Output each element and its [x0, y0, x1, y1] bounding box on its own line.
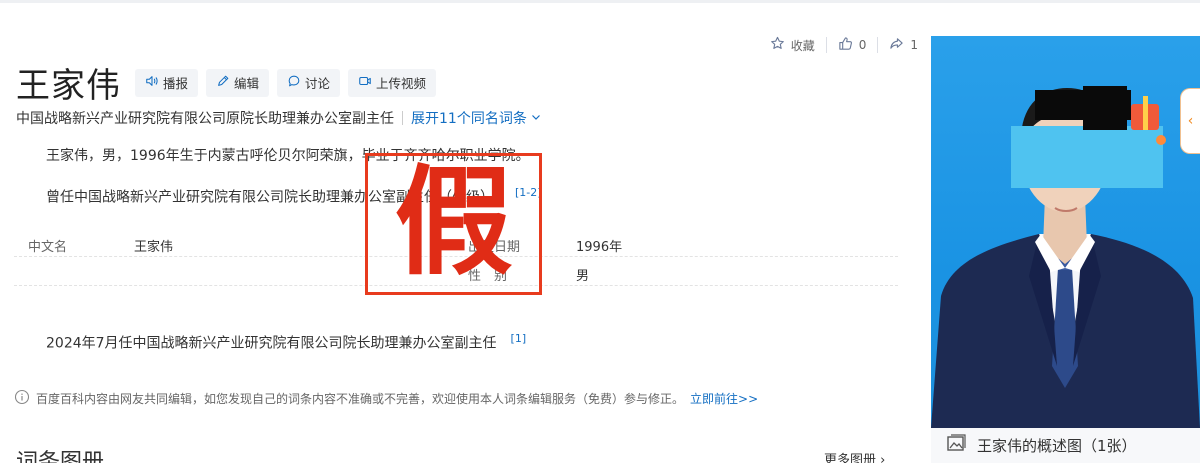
career-paragraph: 2024年7月任中国战略新兴产业研究院有限公司院长助理兼办公室副主任 [1] — [46, 332, 526, 353]
edit-button[interactable]: 编辑 — [206, 68, 270, 97]
video-icon — [358, 74, 372, 91]
entry-subtitle: 中国战略新兴产业研究院有限公司原院长助理兼办公室副主任 — [16, 111, 394, 127]
summary-photo[interactable] — [931, 36, 1200, 428]
collect-label: 收藏 — [790, 38, 815, 53]
like-count: 0 — [858, 38, 867, 52]
play-label: 播报 — [163, 76, 189, 91]
more-albums-label: 更多图册 — [824, 453, 877, 463]
top-divider — [0, 0, 1200, 3]
chevron-down-icon — [531, 110, 541, 126]
info-value: 1996年 — [576, 240, 623, 255]
more-albums-link[interactable]: 更多图册 › — [824, 449, 885, 463]
divider — [877, 37, 879, 53]
career-text: 2024年7月任中国战略新兴产业研究院有限公司院长助理兼办公室副主任 — [46, 335, 497, 352]
photo-caption[interactable]: 王家伟的概述图（1张） — [931, 428, 1200, 463]
reference-link[interactable]: [1] — [511, 332, 527, 345]
edit-label: 编辑 — [234, 76, 260, 91]
upload-video-button[interactable]: 上传视频 — [348, 68, 437, 97]
chat-bubble-icon — [287, 74, 301, 91]
entry-actions: 收藏 0 1 — [770, 36, 918, 54]
discuss-label: 讨论 — [305, 76, 331, 91]
discuss-button[interactable]: 讨论 — [277, 68, 341, 97]
thumb-up-icon — [838, 36, 853, 54]
pencil-icon — [216, 74, 230, 91]
album-heading: 词条图册 — [16, 450, 105, 463]
page-title: 王家伟 — [16, 66, 121, 106]
play-button[interactable]: 播报 — [135, 68, 199, 97]
image-icon — [945, 433, 967, 459]
star-icon — [770, 36, 785, 54]
info-icon — [14, 389, 30, 408]
info-value: 男 — [576, 269, 590, 284]
entry-subtitle-row: 中国战略新兴产业研究院有限公司原院长助理兼办公室副主任 展开11个同名词条 — [16, 108, 541, 128]
divider — [825, 37, 827, 53]
edit-notice: 百度百科内容由网友共同编辑，如您发现自己的词条内容不准确或不完善，欢迎使用本人词… — [14, 389, 758, 408]
expand-polysemant-link[interactable]: 展开11个同名词条 — [411, 108, 541, 128]
notice-text: 百度百科内容由网友共同编辑，如您发现自己的词条内容不准确或不完善，欢迎使用本人词… — [36, 392, 685, 406]
speaker-icon — [145, 74, 159, 91]
share-icon — [889, 36, 904, 54]
share-count: 1 — [910, 38, 918, 52]
expand-label: 展开11个同名词条 — [411, 111, 527, 127]
portrait-image — [931, 86, 1200, 428]
photo-caption-text: 王家伟的概述图（1张） — [977, 437, 1137, 455]
notice-link[interactable]: 立即前往>> — [690, 390, 758, 407]
chevron-left-icon: ‹ — [1187, 113, 1194, 129]
side-expand-tab[interactable]: ‹ — [1180, 88, 1200, 154]
entry-header: 王家伟 播报 编辑 讨论 上传视频 — [16, 58, 437, 107]
fake-stamp: 假 — [365, 153, 542, 295]
info-key: 中文名 — [28, 240, 68, 255]
collect-button[interactable]: 收藏 — [770, 36, 815, 54]
upload-video-label: 上传视频 — [376, 76, 427, 91]
stamp-character: 假 — [394, 152, 513, 291]
share-button[interactable]: 1 — [889, 36, 918, 54]
like-button[interactable]: 0 — [838, 36, 867, 54]
info-value: 王家伟 — [134, 240, 174, 255]
title-toolbar: 播报 编辑 讨论 上传视频 — [135, 68, 437, 97]
divider — [402, 111, 403, 125]
